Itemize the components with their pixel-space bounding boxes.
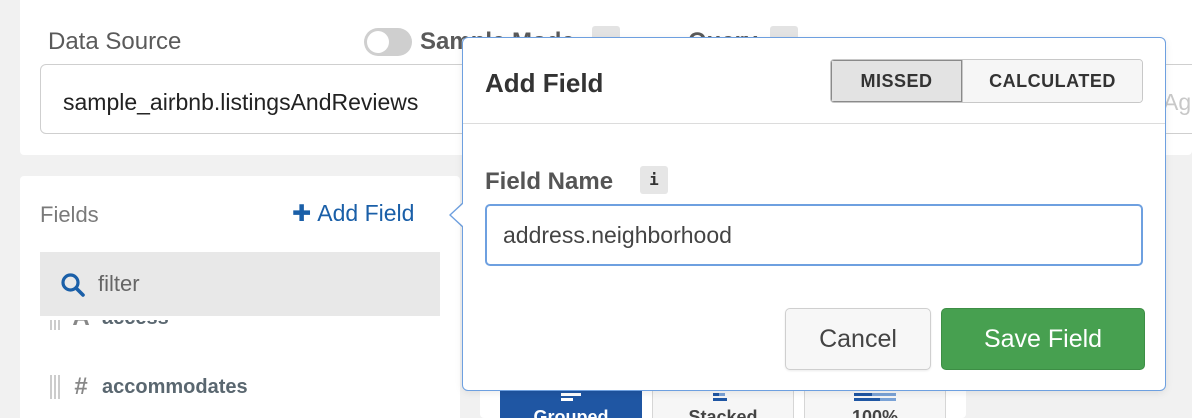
stacked-bars-icon xyxy=(713,393,727,401)
data-source-select[interactable]: sample_airbnb.listingsAndReviews xyxy=(40,64,520,134)
sample-mode-toggle[interactable] xyxy=(364,28,412,56)
add-field-button[interactable]: ✚ Add Field xyxy=(292,200,414,227)
data-source-label: Data Source xyxy=(48,28,182,55)
add-field-popover: Add Field MISSED CALCULATED Field Name i… xyxy=(462,37,1166,391)
chart-type-label: Grouped xyxy=(533,407,609,418)
fields-title: Fields xyxy=(40,202,99,227)
popover-header: Add Field MISSED CALCULATED xyxy=(463,38,1165,124)
field-item-accommodates[interactable]: # accommodates xyxy=(50,372,248,402)
save-field-button[interactable]: Save Field xyxy=(941,308,1145,370)
field-name-label: Field Name xyxy=(485,168,614,195)
field-name-input[interactable] xyxy=(485,204,1143,266)
chart-type-label: Stacked xyxy=(688,407,758,418)
grouped-bars-icon xyxy=(561,393,581,401)
field-name: access xyxy=(102,320,169,330)
field-name: accommodates xyxy=(102,375,248,398)
toggle-knob xyxy=(367,31,389,53)
drag-handle-icon[interactable] xyxy=(50,375,60,399)
string-type-icon: A xyxy=(68,320,94,332)
add-field-label: Add Field xyxy=(317,200,415,226)
drag-handle-icon[interactable] xyxy=(50,320,60,330)
fields-panel: Fields ✚Add Field A access # accommodate… xyxy=(20,176,460,418)
cancel-button[interactable]: Cancel xyxy=(785,308,931,370)
filter-box xyxy=(40,252,440,316)
calculated-tab[interactable]: CALCULATED xyxy=(962,60,1142,102)
filter-input[interactable] xyxy=(98,270,418,298)
popover-arrow-inner xyxy=(451,203,464,227)
percent-bars-icon xyxy=(854,393,896,401)
popover-title: Add Field xyxy=(485,68,604,98)
info-icon[interactable]: i xyxy=(640,166,668,194)
chart-type-label: 100% xyxy=(851,407,899,418)
field-type-segmented-control: MISSED CALCULATED xyxy=(830,59,1143,103)
plus-icon: ✚ xyxy=(292,200,312,226)
aggregation-placeholder: Aggregation xyxy=(1163,89,1192,115)
missed-tab[interactable]: MISSED xyxy=(831,60,962,102)
search-icon xyxy=(61,273,85,297)
field-item-access[interactable]: A access xyxy=(50,320,169,334)
number-type-icon: # xyxy=(74,373,88,400)
